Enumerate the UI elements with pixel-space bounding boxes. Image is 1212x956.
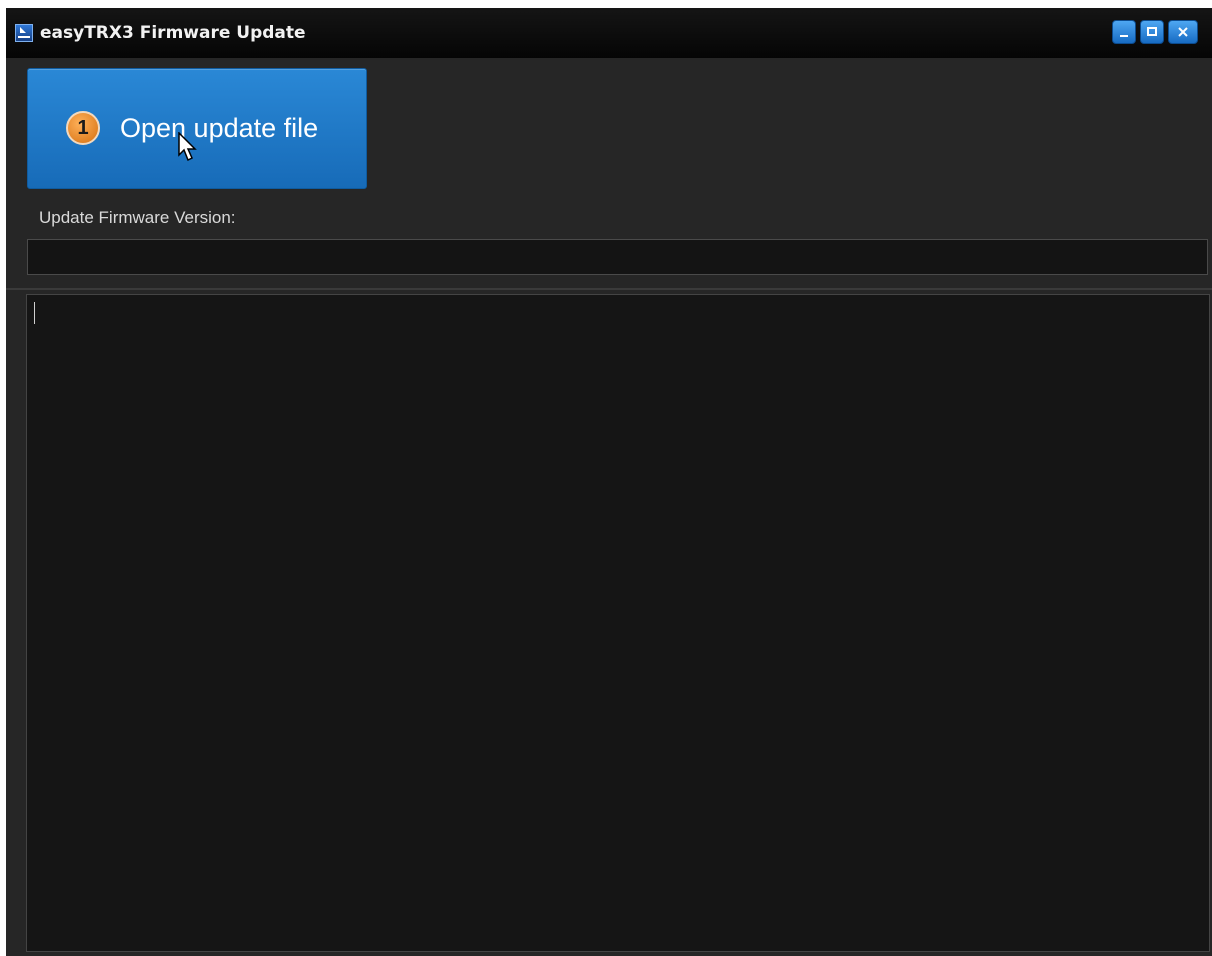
close-icon (1178, 27, 1188, 37)
main-panel: 1 Open update file Update Firmware Versi… (6, 58, 1212, 956)
firmware-update-window: easyTRX3 Firmware Update 1 Open update f… (6, 8, 1212, 956)
mouse-pointer-icon (178, 132, 197, 162)
maximize-button[interactable] (1140, 20, 1164, 44)
open-update-file-label: Open update file (120, 113, 319, 143)
step-number-badge: 1 (66, 111, 100, 145)
window-title: easyTRX3 Firmware Update (40, 23, 306, 43)
maximize-icon (1147, 27, 1157, 36)
firmware-version-field[interactable] (27, 239, 1208, 275)
app-icon (15, 24, 33, 42)
firmware-version-label: Update Firmware Version: (39, 208, 236, 227)
close-button[interactable] (1168, 20, 1198, 44)
separator (6, 288, 1212, 290)
minimize-icon (1120, 35, 1128, 37)
log-textarea[interactable] (26, 294, 1210, 952)
minimize-button[interactable] (1112, 20, 1136, 44)
text-caret (34, 302, 35, 324)
open-update-file-button[interactable]: 1 Open update file (27, 68, 367, 189)
title-bar[interactable]: easyTRX3 Firmware Update (6, 8, 1212, 58)
